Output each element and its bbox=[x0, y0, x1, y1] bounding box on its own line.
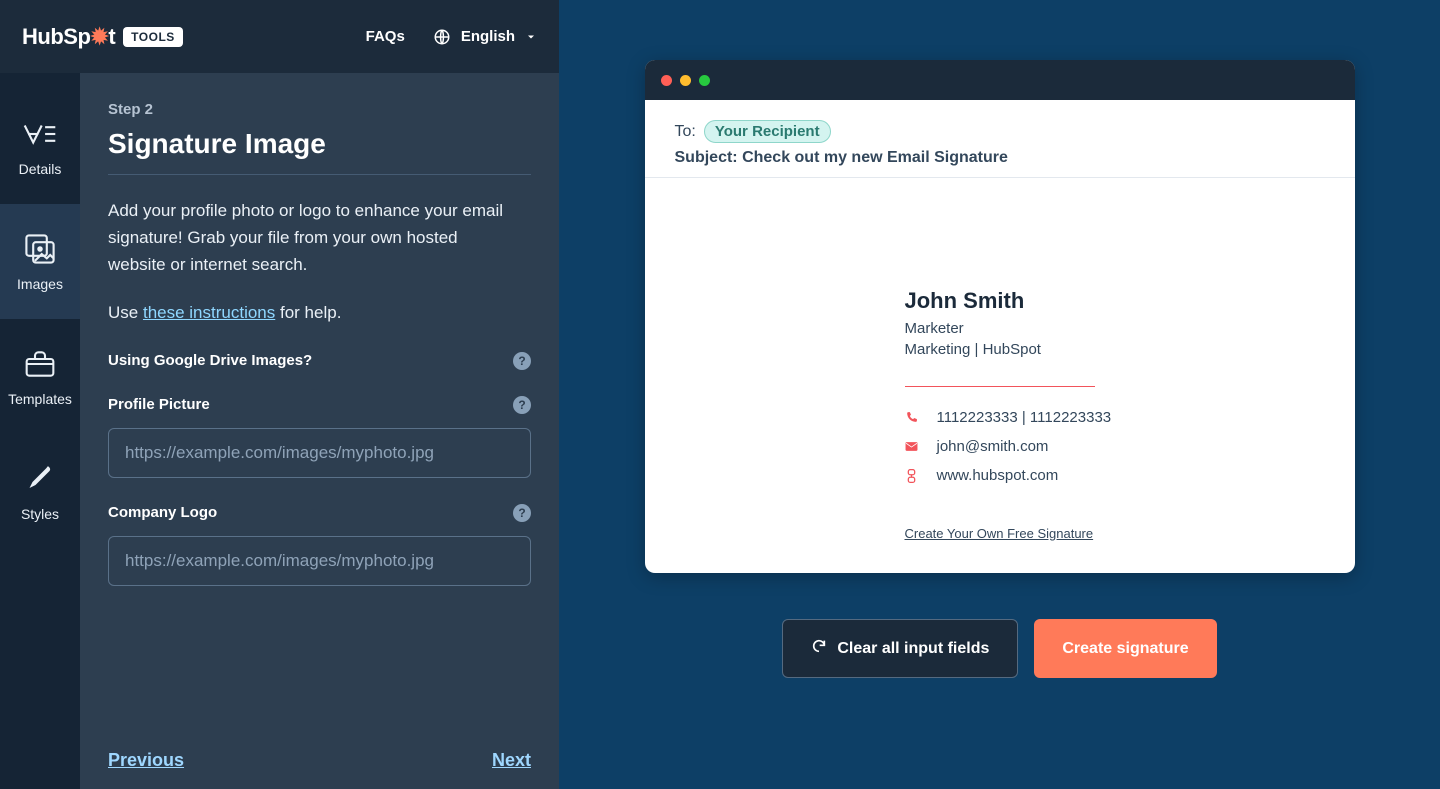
sig-divider bbox=[905, 386, 1095, 387]
rail-item-styles[interactable]: Styles bbox=[0, 434, 80, 549]
clear-button-label: Clear all input fields bbox=[837, 640, 989, 658]
sprocket-icon: ✹ bbox=[90, 24, 108, 49]
help-icon[interactable]: ? bbox=[513, 504, 531, 522]
refresh-icon bbox=[811, 638, 827, 659]
profile-picture-label: Profile Picture bbox=[108, 396, 210, 413]
link-icon bbox=[905, 469, 919, 483]
rail-item-templates[interactable]: Templates bbox=[0, 319, 80, 434]
sig-role: Marketer bbox=[905, 320, 1325, 337]
next-link[interactable]: Next bbox=[492, 750, 531, 771]
previous-link[interactable]: Previous bbox=[108, 750, 184, 771]
email-header: To: Your Recipient Subject: Check out my… bbox=[645, 100, 1355, 178]
sig-email: john@smith.com bbox=[937, 438, 1049, 455]
subject-prefix: Subject: bbox=[675, 149, 743, 166]
page-title: Signature Image bbox=[108, 128, 531, 175]
help-icon[interactable]: ? bbox=[513, 352, 531, 370]
templates-icon bbox=[23, 347, 57, 381]
sig-url: www.hubspot.com bbox=[937, 467, 1059, 484]
subject-text: Check out my new Email Signature bbox=[742, 149, 1008, 166]
step-label: Step 2 bbox=[108, 101, 531, 118]
recipient-pill: Your Recipient bbox=[704, 120, 831, 143]
preview-area: To: Your Recipient Subject: Check out my… bbox=[559, 0, 1440, 789]
mail-icon bbox=[905, 441, 919, 452]
globe-icon bbox=[433, 28, 451, 46]
company-logo-label: Company Logo bbox=[108, 504, 217, 521]
rail-label: Templates bbox=[8, 391, 72, 407]
top-bar: HubSp✹t TOOLS FAQs English bbox=[0, 0, 559, 73]
styles-icon bbox=[23, 462, 57, 496]
brand-name-part1: HubSp bbox=[22, 24, 90, 49]
details-icon bbox=[23, 117, 57, 151]
sig-cta-link[interactable]: Create Your Own Free Signature bbox=[905, 526, 1094, 541]
help-icon[interactable]: ? bbox=[513, 396, 531, 414]
rail-item-details[interactable]: Details bbox=[0, 89, 80, 204]
left-panel: HubSp✹t TOOLS FAQs English bbox=[0, 0, 559, 789]
form-column: Step 2 Signature Image Add your profile … bbox=[80, 73, 559, 789]
side-rail: Details Images Templates bbox=[0, 73, 80, 789]
language-label: English bbox=[461, 28, 515, 45]
brand-name-part2: t bbox=[108, 24, 115, 49]
images-icon bbox=[23, 232, 57, 266]
instructions-link[interactable]: these instructions bbox=[143, 303, 275, 322]
brand-logo[interactable]: HubSp✹t TOOLS bbox=[22, 24, 183, 50]
rail-item-images[interactable]: Images bbox=[0, 204, 80, 319]
to-label: To: bbox=[675, 123, 696, 141]
email-preview-window: To: Your Recipient Subject: Check out my… bbox=[645, 60, 1355, 573]
company-logo-input[interactable] bbox=[108, 536, 531, 586]
phone-icon bbox=[905, 411, 919, 424]
sig-dept: Marketing | HubSpot bbox=[905, 341, 1325, 358]
traffic-light-min bbox=[680, 75, 691, 86]
rail-label: Details bbox=[19, 161, 62, 177]
signature-preview: John Smith Marketer Marketing | HubSpot … bbox=[645, 178, 1355, 573]
traffic-light-close bbox=[661, 75, 672, 86]
profile-picture-input[interactable] bbox=[108, 428, 531, 478]
create-signature-button[interactable]: Create signature bbox=[1034, 619, 1216, 678]
clear-button[interactable]: Clear all input fields bbox=[782, 619, 1018, 678]
language-selector[interactable]: English bbox=[433, 28, 537, 46]
create-button-label: Create signature bbox=[1062, 640, 1188, 658]
window-titlebar bbox=[645, 60, 1355, 100]
description-text: Add your profile photo or logo to enhanc… bbox=[108, 197, 518, 279]
rail-label: Images bbox=[17, 276, 63, 292]
action-buttons: Clear all input fields Create signature bbox=[782, 619, 1216, 678]
rail-label: Styles bbox=[21, 506, 59, 522]
instructions-line: Use these instructions for help. bbox=[108, 299, 518, 326]
google-drive-label: Using Google Drive Images? bbox=[108, 352, 312, 369]
traffic-light-max bbox=[699, 75, 710, 86]
sig-phone: 1112223333 | 1112223333 bbox=[937, 409, 1112, 426]
chevron-down-icon bbox=[525, 31, 537, 43]
faqs-link[interactable]: FAQs bbox=[366, 28, 405, 45]
sig-name: John Smith bbox=[905, 288, 1325, 314]
tools-badge: TOOLS bbox=[123, 27, 183, 47]
